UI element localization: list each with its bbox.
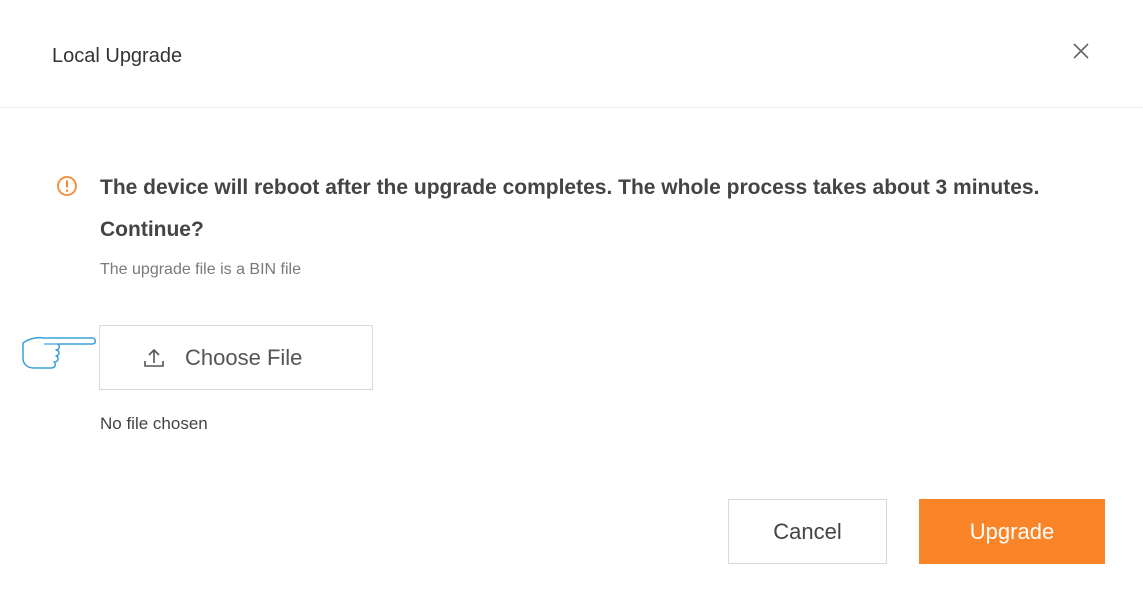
cancel-button[interactable]: Cancel [728, 499, 887, 564]
choose-file-button[interactable]: Choose File [99, 325, 373, 390]
dialog-header: Local Upgrade [0, 0, 1143, 108]
choose-file-label: Choose File [185, 345, 303, 370]
file-status: No file chosen [100, 414, 208, 433]
local-upgrade-dialog: Local Upgrade The device will reboot aft… [0, 0, 1143, 607]
warning-circle-icon [56, 175, 78, 197]
warning-message: The device will reboot after the upgrade… [100, 176, 1040, 241]
dialog-title: Local Upgrade [52, 45, 183, 67]
close-icon[interactable] [1070, 40, 1092, 62]
file-type-hint: The upgrade file is a BIN file [100, 261, 301, 278]
pointing-hand-icon [20, 334, 98, 372]
upload-icon [143, 347, 165, 369]
upgrade-button[interactable]: Upgrade [919, 499, 1105, 564]
